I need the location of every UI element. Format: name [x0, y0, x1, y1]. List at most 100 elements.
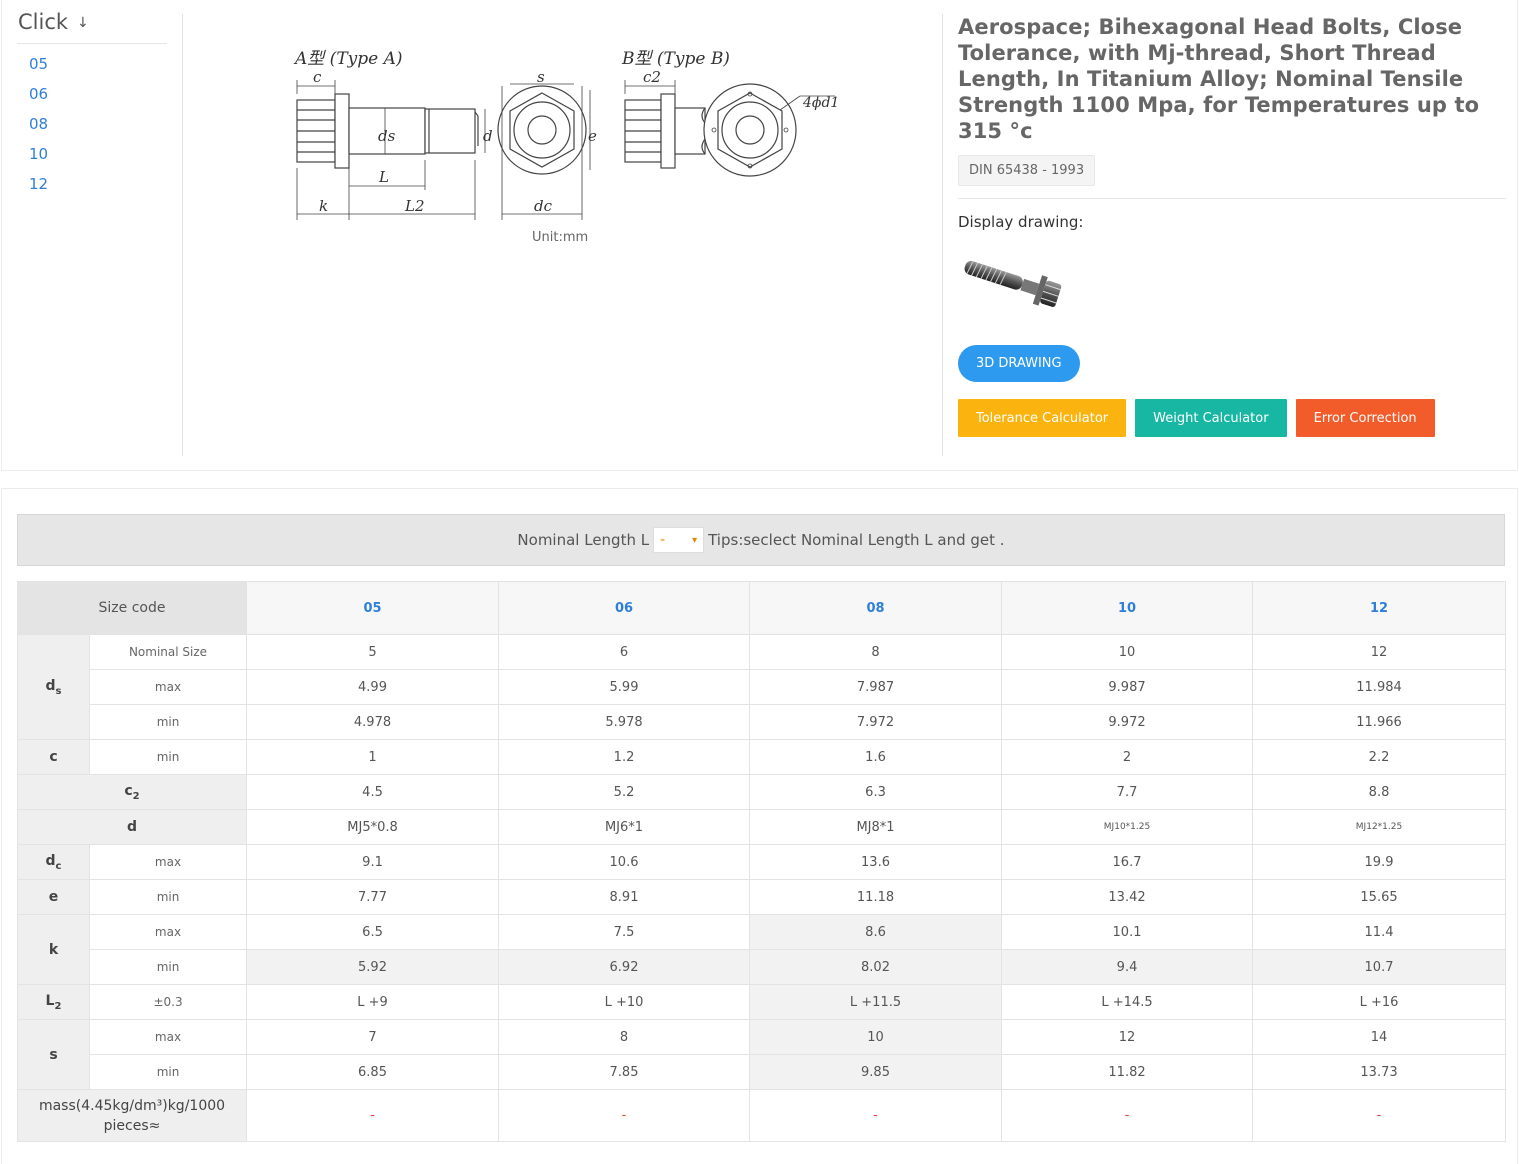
table-cell: MJ5*0.8 — [246, 809, 500, 845]
table-cell: 5.92 — [246, 949, 500, 985]
table-cell: 13.6 — [749, 844, 1003, 880]
table-cell: 4.5 — [246, 774, 500, 810]
size-column-header[interactable]: 05 — [246, 581, 500, 635]
product-info: Aerospace; Bihexagonal Head Bolts, Close… — [958, 0, 1508, 437]
size-list: 05 06 08 10 12 — [17, 44, 167, 199]
table-cell: 1 — [246, 739, 500, 775]
dim-label: c2 — [643, 68, 661, 86]
nav-item-12[interactable]: 12 — [17, 169, 167, 199]
table-cell: 12 — [1252, 634, 1507, 670]
param-s: s — [17, 1019, 90, 1090]
sub-label: max — [88, 914, 248, 950]
nominal-length-label: Nominal Length L — [517, 531, 650, 549]
size-code-header: Size code — [16, 581, 248, 635]
nav-item-label[interactable]: 05 — [29, 55, 48, 73]
unit-label: Unit:mm — [532, 230, 589, 245]
table-cell: - — [749, 1089, 1003, 1142]
table-cell: 10 — [749, 1019, 1003, 1055]
nav-item-10[interactable]: 10 — [17, 139, 167, 169]
table-cell: 11.4 — [1252, 914, 1507, 950]
table-cell: 6.3 — [749, 774, 1003, 810]
param-dc: dcdc — [17, 844, 90, 880]
table-cell: MJ8*1 — [749, 809, 1003, 845]
table-cell: 5 — [246, 634, 500, 670]
table-row: max 4.99 5.99 7.987 9.987 11.984 — [18, 669, 1507, 705]
nominal-length-select[interactable]: - ▾ — [653, 527, 705, 553]
size-column-header[interactable]: 06 — [498, 581, 751, 635]
table-cell: 13.73 — [1252, 1054, 1507, 1090]
size-column-header[interactable]: 08 — [749, 581, 1003, 635]
spec-table: Size code 05 06 08 10 12 dsds Nominal Si… — [16, 581, 1507, 1142]
table-cell: 10 — [1001, 634, 1254, 670]
nav-item-06[interactable]: 06 — [17, 79, 167, 109]
3d-drawing-button[interactable]: 3D DRAWING — [958, 345, 1080, 382]
standard-badge: DIN 65438 - 1993 — [958, 155, 1096, 186]
table-row: s max 7 8 10 12 14 — [17, 1019, 1507, 1090]
weight-calculator-button[interactable]: Weight Calculator — [1135, 399, 1287, 437]
table-cell: 7.5 — [498, 914, 751, 950]
param-l2: L2L2 — [17, 984, 90, 1020]
table-cell: 9.4 — [1001, 949, 1254, 985]
table-cell: 13.42 — [1001, 879, 1254, 915]
size-nav: Click ↓ 05 06 08 10 12 — [17, 0, 167, 456]
nominal-length-value: - — [660, 532, 666, 548]
nav-item-label[interactable]: 06 — [29, 85, 48, 103]
sub-label: min — [88, 739, 248, 775]
bolt-drawing-svg: A型 (Type A) B型 (Type B) c s c2 4ϕd1 ds d… — [293, 49, 839, 220]
nav-item-05[interactable]: 05 — [17, 49, 167, 79]
spec-panel: Nominal Length L - ▾ Tips:seclect Nomina… — [1, 488, 1518, 1164]
table-cell: 9.972 — [1001, 704, 1254, 740]
table-cell: 6.85 — [246, 1054, 500, 1090]
bolt-thumbnail-image[interactable] — [958, 253, 1070, 315]
divider — [182, 14, 183, 456]
table-cell: 6.5 — [246, 914, 500, 950]
dim-label: L2 — [404, 197, 425, 215]
display-drawing-label: Display drawing: — [958, 213, 1084, 231]
table-cell: 6.92 — [498, 949, 751, 985]
table-cell: - — [498, 1089, 751, 1142]
nav-title: Click — [18, 9, 69, 34]
sub-label: max — [88, 844, 248, 880]
dim-label: d — [483, 127, 493, 145]
table-row: dsds Nominal Size 5 6 8 10 12 — [17, 634, 1507, 740]
table-cell: 14 — [1252, 1019, 1507, 1055]
nav-item-label[interactable]: 08 — [29, 115, 48, 133]
table-cell: MJ6*1 — [498, 809, 751, 845]
table-cell: 8 — [498, 1019, 751, 1055]
table-header-row: Size code 05 06 08 10 12 — [16, 581, 1507, 635]
divider — [958, 198, 1506, 199]
size-column-header[interactable]: 10 — [1001, 581, 1254, 635]
tolerance-calculator-button[interactable]: Tolerance Calculator — [958, 399, 1127, 437]
table-cell: 9.85 — [749, 1054, 1003, 1090]
nav-item-label[interactable]: 12 — [29, 175, 48, 193]
table-cell: 7.77 — [246, 879, 500, 915]
nav-item-label[interactable]: 10 — [29, 145, 48, 163]
table-cell: 11.984 — [1252, 669, 1507, 705]
dim-label: dc — [534, 197, 553, 215]
table-cell: MJ12*1.25 — [1252, 809, 1507, 845]
table-cell: 10.1 — [1001, 914, 1254, 950]
nav-item-08[interactable]: 08 — [17, 109, 167, 139]
table-row: c min 1 1.2 1.6 2 2.2 — [17, 739, 1507, 775]
nav-header[interactable]: Click ↓ — [17, 0, 167, 44]
table-cell: L +10 — [498, 984, 751, 1020]
table-cell: 2.2 — [1252, 739, 1507, 775]
table-row: L2L2 ±0.3 L +9 L +10 L +11.5 L +14.5 L +… — [17, 984, 1507, 1020]
sub-label: min — [88, 949, 248, 985]
error-correction-button[interactable]: Error Correction — [1295, 399, 1435, 437]
table-cell: 2 — [1001, 739, 1254, 775]
table-cell: 5.99 — [498, 669, 751, 705]
sub-label: ±0.3 — [88, 984, 248, 1020]
sub-label: max — [88, 669, 248, 705]
action-buttons: Tolerance Calculator Weight Calculator E… — [958, 399, 1508, 437]
table-cell: 1.2 — [498, 739, 751, 775]
table-cell: 4.978 — [246, 704, 500, 740]
dim-label: k — [319, 197, 328, 215]
size-column-header[interactable]: 12 — [1252, 581, 1507, 635]
dim-label: c — [313, 68, 322, 86]
param-d: d — [16, 809, 248, 845]
table-cell: 8.91 — [498, 879, 751, 915]
table-cell: 11.18 — [749, 879, 1003, 915]
mass-label: mass(4.45kg/dm³)kg/1000 pieces≈ — [16, 1089, 248, 1142]
sub-label: Nominal Size — [88, 634, 248, 670]
